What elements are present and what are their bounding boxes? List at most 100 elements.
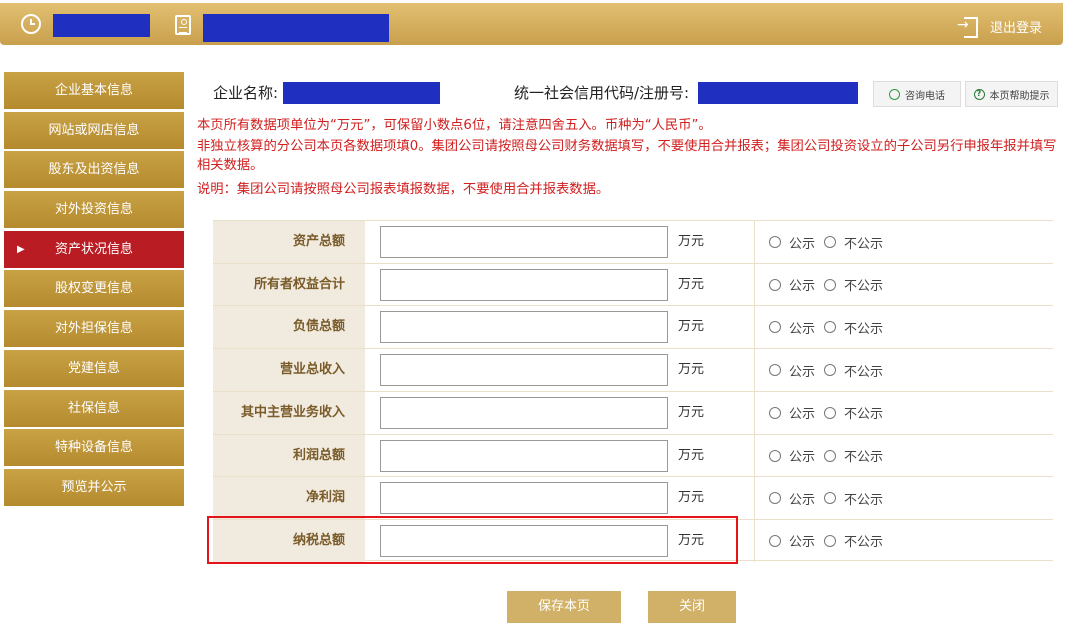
radio-public[interactable]: 公示 [769, 275, 815, 294]
exit-icon [957, 15, 978, 38]
radio-circle-icon [769, 321, 781, 334]
sidebar-item-website-info[interactable]: 网站或网店信息 [4, 111, 184, 149]
form-row-total-profit: 利润总额 万元 公示 不公示 [213, 433, 1053, 477]
sidebar-item-basic-info[interactable]: 企业基本信息 [4, 72, 184, 109]
publicity-radio-group: 公示 不公示 [769, 520, 892, 562]
logout-label: 退出登录 [990, 20, 1043, 36]
user-badge-icon [175, 15, 191, 35]
unit-label: 万元 [678, 362, 705, 378]
radio-public[interactable]: 公示 [769, 446, 815, 465]
sidebar-item-label: 对外投资信息 [54, 202, 133, 218]
notice-unit: 本页所有数据项单位为“万元”，可保留小数点6位，请注意四舍五入。币种为“人民币”… [197, 118, 712, 133]
active-arrow-icon: ▶ [17, 243, 25, 255]
radio-circle-icon [769, 492, 781, 505]
radio-public[interactable]: 公示 [769, 489, 815, 508]
sidebar-item-social-security[interactable]: 社保信息 [4, 389, 184, 427]
radio-public-label: 公示 [789, 321, 816, 337]
save-page-button[interactable]: 保存本页 [507, 591, 621, 623]
consult-phone-button[interactable]: 咨询电话 [873, 81, 961, 107]
credit-code-label: 统一社会信用代码/注册号: [514, 84, 690, 102]
publicity-radio-group: 公示 不公示 [769, 392, 892, 434]
unit-label: 万元 [678, 447, 705, 463]
radio-not-public[interactable]: 不公示 [824, 361, 883, 380]
radio-circle-icon [824, 236, 837, 248]
column-divider [754, 434, 755, 477]
radio-not-public-label: 不公示 [844, 236, 884, 252]
column-divider [754, 391, 755, 434]
sidebar-item-label: 资产状况信息 [54, 241, 133, 257]
owner-equity-input[interactable] [380, 268, 668, 301]
radio-not-public-label: 不公示 [844, 492, 884, 508]
radio-not-public-label: 不公示 [844, 450, 884, 465]
field-label: 资产总额 [213, 221, 365, 263]
radio-not-public-label: 不公示 [844, 535, 884, 551]
phone-icon [889, 88, 900, 100]
column-divider [754, 263, 755, 306]
highlight-box [207, 516, 738, 564]
publicity-radio-group: 公示 不公示 [769, 221, 892, 263]
radio-public-label: 公示 [789, 535, 816, 551]
field-label: 营业总收入 [213, 349, 365, 392]
radio-public[interactable]: 公示 [769, 403, 815, 422]
radio-circle-icon [824, 492, 837, 505]
total-revenue-input[interactable] [380, 354, 668, 387]
sidebar-item-party-info[interactable]: 党建信息 [4, 349, 184, 387]
total-liabilities-input[interactable] [380, 311, 668, 344]
radio-not-public[interactable]: 不公示 [824, 318, 883, 337]
column-divider [754, 519, 755, 562]
publicity-radio-group: 公示 不公示 [769, 306, 892, 348]
sidebar-item-special-equipment[interactable]: 特种设备信息 [4, 429, 184, 467]
field-label: 利润总额 [213, 434, 365, 477]
radio-circle-icon [769, 278, 781, 291]
sidebar-item-label: 党建信息 [67, 360, 120, 376]
unit-label: 万元 [678, 404, 705, 420]
help-icon: ? [973, 88, 985, 100]
page-help-button[interactable]: ? 本页帮助提示 [965, 81, 1058, 107]
sidebar-item-equity-change[interactable]: 股权变更信息 [4, 270, 184, 308]
sidebar-item-label: 特种设备信息 [54, 440, 133, 456]
sidebar-item-asset-info[interactable]: ▶ 资产状况信息 [4, 230, 184, 268]
sidebar-item-label: 网站或网店信息 [48, 122, 140, 138]
form-row-total-revenue: 营业总收入 万元 公示 不公示 [213, 348, 1053, 392]
radio-public[interactable]: 公示 [769, 318, 815, 337]
main-business-revenue-input[interactable] [380, 396, 668, 429]
column-divider [754, 349, 755, 392]
radio-circle-icon [824, 449, 837, 462]
unit-label: 万元 [678, 276, 705, 292]
sidebar-item-investment-info[interactable]: 对外投资信息 [4, 191, 184, 229]
unit-label: 万元 [678, 490, 705, 506]
logout-button[interactable]: 退出登录 [957, 15, 1043, 38]
radio-public[interactable]: 公示 [769, 531, 815, 550]
sidebar-item-guarantee-info[interactable]: 对外担保信息 [4, 310, 184, 348]
sidebar-item-shareholder-info[interactable]: 股东及出资信息 [4, 151, 184, 189]
radio-circle-icon [769, 406, 781, 419]
field-label: 净利润 [213, 477, 365, 520]
radio-not-public[interactable]: 不公示 [824, 275, 883, 294]
column-divider [754, 221, 755, 263]
publicity-radio-group: 公示 不公示 [769, 264, 892, 306]
radio-not-public[interactable]: 不公示 [824, 403, 883, 422]
form-row-total-assets: 资产总额 万元 公示 不公示 [213, 220, 1053, 263]
radio-public[interactable]: 公示 [769, 233, 815, 252]
radio-not-public[interactable]: 不公示 [824, 531, 883, 550]
radio-not-public[interactable]: 不公示 [824, 446, 883, 465]
top-bar: 退出登录 [0, 3, 1063, 45]
notice-explanation: 说明：集团公司请按照母公司报表填报数据，不要使用合并报表数据。 [197, 182, 610, 197]
radio-public[interactable]: 公示 [769, 361, 815, 380]
total-profit-input[interactable] [380, 439, 668, 472]
form-row-owner-equity: 所有者权益合计 万元 公示 不公示 [213, 262, 1053, 306]
company-name-label: 企业名称: [213, 84, 279, 102]
column-divider [754, 306, 755, 349]
net-profit-input[interactable] [380, 482, 668, 515]
unit-label: 万元 [678, 234, 705, 249]
radio-public-label: 公示 [789, 364, 816, 380]
radio-not-public[interactable]: 不公示 [824, 489, 883, 508]
sidebar-item-label: 对外担保信息 [54, 321, 133, 337]
publicity-radio-group: 公示 不公示 [769, 435, 892, 477]
radio-not-public[interactable]: 不公示 [824, 233, 883, 252]
total-assets-input[interactable] [380, 226, 668, 258]
radio-circle-icon [824, 364, 837, 377]
close-button[interactable]: 关闭 [648, 591, 736, 623]
notice-branch: 非独立核算的分公司本页各数据项填0。集团公司请按照母公司财务数据填写，不要使用合… [197, 139, 1057, 173]
sidebar-item-preview-publish[interactable]: 预览并公示 [4, 468, 184, 506]
